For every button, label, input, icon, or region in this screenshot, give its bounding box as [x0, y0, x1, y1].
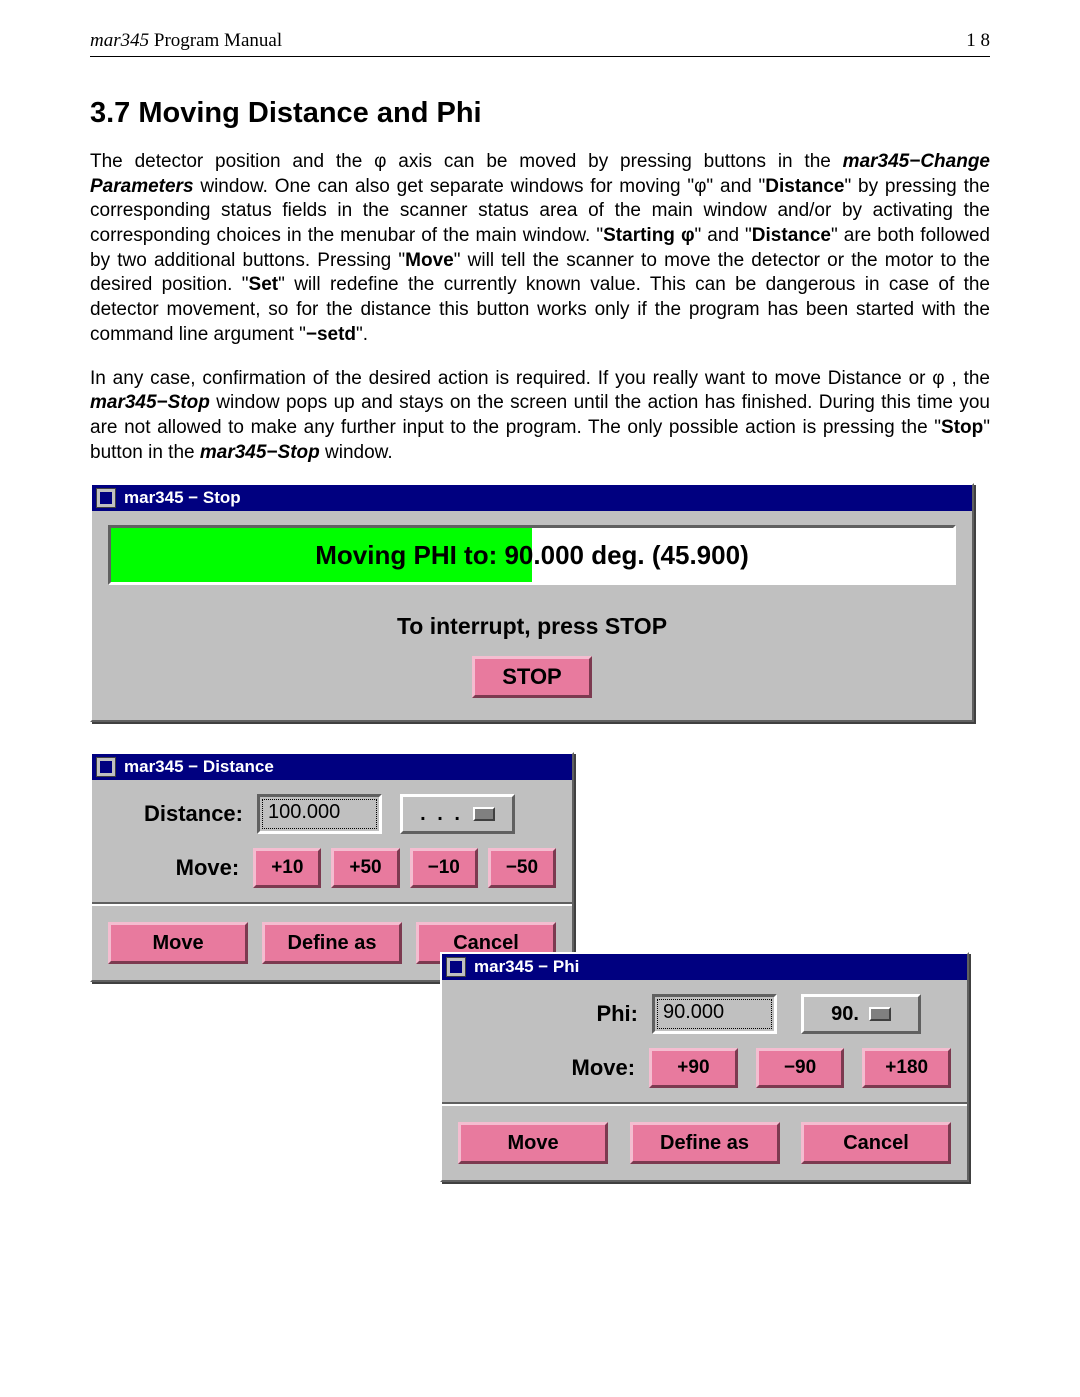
stop-window-title: mar345 − Stop — [124, 488, 241, 508]
distance-move-button[interactable]: Move — [108, 922, 248, 964]
step-minus-50[interactable]: −50 — [488, 848, 556, 888]
system-menu-icon[interactable] — [96, 488, 116, 508]
stop-button[interactable]: STOP — [472, 656, 592, 698]
header-product: mar345 — [90, 30, 149, 51]
section-heading: 3.7 Moving Distance and Phi — [90, 97, 990, 130]
move-label: Move: — [108, 855, 239, 881]
progress-bar: Moving PHI to: 90.000 deg. (45.900) — [108, 525, 956, 585]
phi-window-title: mar345 − Phi — [474, 957, 579, 977]
distance-titlebar[interactable]: mar345 − Distance — [92, 754, 572, 780]
header-rule — [90, 56, 990, 57]
page-header: mar345 Program Manual 1 8 — [90, 30, 990, 52]
dropdown-label: . . . — [420, 803, 463, 826]
chevron-down-icon — [869, 1007, 891, 1021]
distance-label: Distance: — [108, 801, 243, 827]
phi-titlebar[interactable]: mar345 − Phi — [442, 954, 967, 980]
paragraph-1: The detector position and the φ axis can… — [90, 150, 990, 348]
move-label: Move: — [458, 1055, 635, 1081]
distance-input[interactable]: 100.000 — [257, 794, 382, 834]
step-plus-180[interactable]: +180 — [862, 1048, 951, 1088]
separator — [442, 1102, 967, 1106]
stop-instruction: To interrupt, press STOP — [108, 613, 956, 640]
chevron-down-icon — [473, 807, 495, 821]
system-menu-icon[interactable] — [446, 957, 466, 977]
phi-dropdown[interactable]: 90. — [801, 994, 921, 1034]
phi-label: Phi: — [458, 1001, 638, 1027]
step-minus-90[interactable]: −90 — [756, 1048, 845, 1088]
phi-move-button[interactable]: Move — [458, 1122, 608, 1164]
phi-cancel-button[interactable]: Cancel — [801, 1122, 951, 1164]
distance-window-title: mar345 − Distance — [124, 757, 274, 777]
separator — [92, 902, 572, 906]
paragraph-2: In any case, confirmation of the desired… — [90, 367, 990, 466]
step-plus-90[interactable]: +90 — [649, 1048, 738, 1088]
progress-label: Moving PHI to: 90.000 deg. (45.900) — [315, 540, 748, 571]
header-title: Program Manual — [149, 30, 282, 51]
step-plus-50[interactable]: +50 — [331, 848, 399, 888]
phi-input[interactable]: 90.000 — [652, 994, 777, 1034]
page-number: 1 8 — [966, 30, 990, 52]
distance-define-button[interactable]: Define as — [262, 922, 402, 964]
stop-window: mar345 − Stop Moving PHI to: 90.000 deg.… — [90, 483, 974, 722]
distance-window: mar345 − Distance Distance: 100.000 . . … — [90, 752, 574, 982]
distance-dropdown[interactable]: . . . — [400, 794, 515, 834]
step-minus-10[interactable]: −10 — [410, 848, 478, 888]
stop-titlebar[interactable]: mar345 − Stop — [92, 485, 972, 511]
dropdown-label: 90. — [831, 1003, 859, 1026]
phi-define-button[interactable]: Define as — [630, 1122, 780, 1164]
phi-window: mar345 − Phi Phi: 90.000 90. Move: +90 −… — [440, 952, 969, 1182]
step-plus-10[interactable]: +10 — [253, 848, 321, 888]
system-menu-icon[interactable] — [96, 757, 116, 777]
